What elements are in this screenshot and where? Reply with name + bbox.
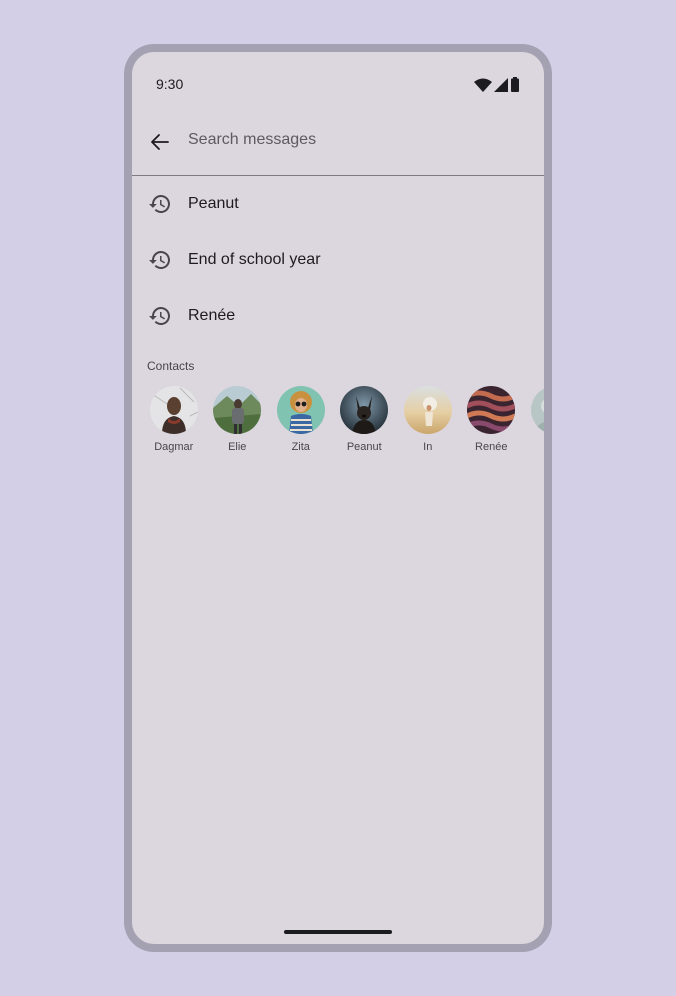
contact-name: Dagmar [154, 441, 194, 453]
status-icons [474, 77, 520, 92]
arrow-back-icon [151, 134, 169, 150]
contact-item[interactable]: Od [523, 386, 544, 466]
avatar [403, 386, 452, 434]
history-item[interactable]: Peanut [132, 176, 544, 232]
history-item-label: Renée [188, 307, 236, 324]
phone-screen: 9:30 Peanut [132, 52, 544, 944]
battery-icon [511, 77, 519, 92]
contacts-section-title: Contacts [147, 359, 195, 373]
wifi-icon [474, 78, 492, 92]
contact-item[interactable]: Elie [206, 386, 270, 466]
history-item-label: End of school year [188, 251, 321, 268]
avatar [530, 386, 544, 434]
home-indicator[interactable] [284, 930, 392, 934]
cellular-signal-icon [494, 77, 508, 92]
history-icon [149, 307, 170, 325]
contact-item[interactable]: Peanut [333, 386, 397, 466]
contact-item[interactable]: Dagmar [142, 386, 206, 466]
search-input[interactable] [188, 128, 508, 152]
contact-name: Zita [291, 441, 310, 453]
back-button[interactable] [146, 128, 174, 156]
contact-item[interactable]: Zita [269, 386, 333, 466]
avatar [276, 386, 325, 434]
contact-item[interactable]: In [396, 386, 460, 466]
history-icon [149, 195, 170, 213]
contact-name: In [423, 441, 433, 453]
contact-name: Elie [228, 441, 247, 453]
avatar [340, 386, 389, 434]
contacts-carousel[interactable]: Dagmar Elie Zita Peanut In Renée [142, 386, 544, 466]
avatar [149, 386, 198, 434]
avatar [467, 386, 516, 434]
avatar [213, 386, 262, 434]
search-history-list: Peanut End of school year Renée [132, 176, 544, 344]
status-time: 9:30 [156, 76, 184, 92]
history-item[interactable]: Renée [132, 288, 544, 344]
status-bar: 9:30 [132, 52, 544, 116]
history-icon [149, 251, 170, 269]
search-bar [132, 116, 544, 176]
contact-item[interactable]: Renée [460, 386, 524, 466]
contact-name: Peanut [346, 441, 382, 453]
history-item-label: Peanut [188, 195, 239, 212]
contact-name: Renée [475, 441, 508, 453]
history-item[interactable]: End of school year [132, 232, 544, 288]
